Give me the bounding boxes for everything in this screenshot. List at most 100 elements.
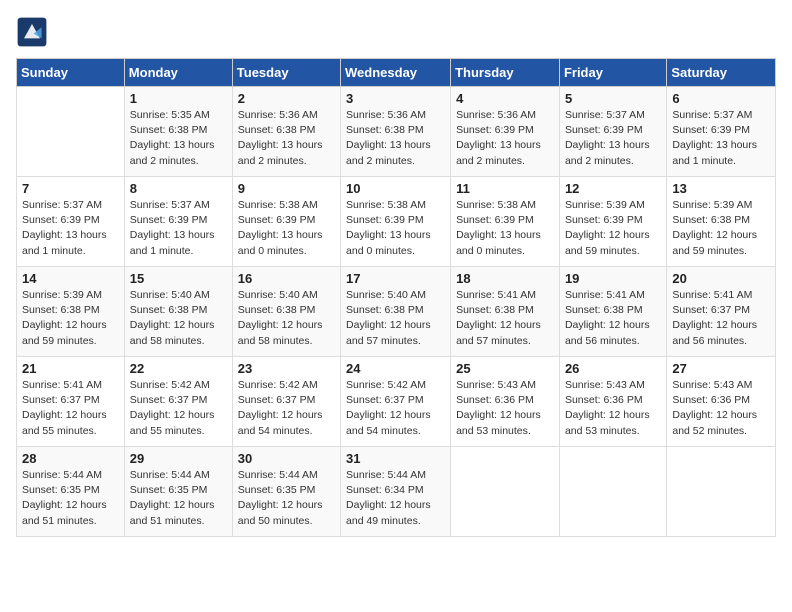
calendar-header: SundayMondayTuesdayWednesdayThursdayFrid… <box>17 59 776 87</box>
page-header <box>16 16 776 48</box>
day-info: Sunrise: 5:42 AM Sunset: 6:37 PM Dayligh… <box>238 378 335 439</box>
day-info: Sunrise: 5:41 AM Sunset: 6:37 PM Dayligh… <box>672 288 770 349</box>
day-cell <box>667 447 776 537</box>
day-info: Sunrise: 5:41 AM Sunset: 6:37 PM Dayligh… <box>22 378 119 439</box>
day-info: Sunrise: 5:42 AM Sunset: 6:37 PM Dayligh… <box>130 378 227 439</box>
week-row-5: 28 Sunrise: 5:44 AM Sunset: 6:35 PM Dayli… <box>17 447 776 537</box>
day-number: 27 <box>672 361 770 376</box>
day-info: Sunrise: 5:37 AM Sunset: 6:39 PM Dayligh… <box>672 108 770 169</box>
day-number: 15 <box>130 271 227 286</box>
day-cell: 1 Sunrise: 5:35 AM Sunset: 6:38 PM Daylig… <box>124 87 232 177</box>
day-number: 19 <box>565 271 661 286</box>
day-cell: 4 Sunrise: 5:36 AM Sunset: 6:39 PM Daylig… <box>451 87 560 177</box>
day-number: 2 <box>238 91 335 106</box>
day-info: Sunrise: 5:39 AM Sunset: 6:38 PM Dayligh… <box>672 198 770 259</box>
day-info: Sunrise: 5:44 AM Sunset: 6:35 PM Dayligh… <box>238 468 335 529</box>
day-info: Sunrise: 5:38 AM Sunset: 6:39 PM Dayligh… <box>456 198 554 259</box>
calendar-body: 1 Sunrise: 5:35 AM Sunset: 6:38 PM Daylig… <box>17 87 776 537</box>
day-number: 9 <box>238 181 335 196</box>
logo-icon <box>16 16 48 48</box>
day-info: Sunrise: 5:35 AM Sunset: 6:38 PM Dayligh… <box>130 108 227 169</box>
day-info: Sunrise: 5:37 AM Sunset: 6:39 PM Dayligh… <box>565 108 661 169</box>
day-info: Sunrise: 5:44 AM Sunset: 6:35 PM Dayligh… <box>130 468 227 529</box>
day-number: 4 <box>456 91 554 106</box>
day-info: Sunrise: 5:43 AM Sunset: 6:36 PM Dayligh… <box>565 378 661 439</box>
day-number: 1 <box>130 91 227 106</box>
day-cell: 31 Sunrise: 5:44 AM Sunset: 6:34 PM Dayli… <box>341 447 451 537</box>
day-info: Sunrise: 5:36 AM Sunset: 6:38 PM Dayligh… <box>346 108 445 169</box>
day-cell: 8Sunrise: 5:37 AM Sunset: 6:39 PM Daylig… <box>124 177 232 267</box>
day-cell: 6 Sunrise: 5:37 AM Sunset: 6:39 PM Daylig… <box>667 87 776 177</box>
day-info: Sunrise: 5:44 AM Sunset: 6:34 PM Dayligh… <box>346 468 445 529</box>
day-cell: 20 Sunrise: 5:41 AM Sunset: 6:37 PM Dayli… <box>667 267 776 357</box>
day-info: Sunrise: 5:40 AM Sunset: 6:38 PM Dayligh… <box>130 288 227 349</box>
day-cell: 7 Sunrise: 5:37 AM Sunset: 6:39 PM Daylig… <box>17 177 125 267</box>
day-number: 7 <box>22 181 119 196</box>
day-number: 18 <box>456 271 554 286</box>
day-info: Sunrise: 5:39 AM Sunset: 6:39 PM Dayligh… <box>565 198 661 259</box>
day-cell: 5 Sunrise: 5:37 AM Sunset: 6:39 PM Daylig… <box>559 87 666 177</box>
day-number: 26 <box>565 361 661 376</box>
day-number: 5 <box>565 91 661 106</box>
day-info: Sunrise: 5:44 AM Sunset: 6:35 PM Dayligh… <box>22 468 119 529</box>
day-cell: 13Sunrise: 5:39 AM Sunset: 6:38 PM Dayli… <box>667 177 776 267</box>
day-cell <box>17 87 125 177</box>
day-number: 29 <box>130 451 227 466</box>
day-cell: 21 Sunrise: 5:41 AM Sunset: 6:37 PM Dayli… <box>17 357 125 447</box>
day-cell: 22 Sunrise: 5:42 AM Sunset: 6:37 PM Dayli… <box>124 357 232 447</box>
week-row-1: 1 Sunrise: 5:35 AM Sunset: 6:38 PM Daylig… <box>17 87 776 177</box>
day-info: Sunrise: 5:36 AM Sunset: 6:38 PM Dayligh… <box>238 108 335 169</box>
day-cell: 23 Sunrise: 5:42 AM Sunset: 6:37 PM Dayli… <box>232 357 340 447</box>
day-number: 6 <box>672 91 770 106</box>
day-cell: 9 Sunrise: 5:38 AM Sunset: 6:39 PM Daylig… <box>232 177 340 267</box>
day-number: 20 <box>672 271 770 286</box>
day-cell: 11Sunrise: 5:38 AM Sunset: 6:39 PM Dayli… <box>451 177 560 267</box>
day-cell <box>559 447 666 537</box>
header-sunday: Sunday <box>17 59 125 87</box>
day-cell: 30Sunrise: 5:44 AM Sunset: 6:35 PM Dayli… <box>232 447 340 537</box>
day-cell: 19 Sunrise: 5:41 AM Sunset: 6:38 PM Dayli… <box>559 267 666 357</box>
week-row-3: 14Sunrise: 5:39 AM Sunset: 6:38 PM Dayli… <box>17 267 776 357</box>
day-info: Sunrise: 5:42 AM Sunset: 6:37 PM Dayligh… <box>346 378 445 439</box>
day-number: 14 <box>22 271 119 286</box>
header-friday: Friday <box>559 59 666 87</box>
day-info: Sunrise: 5:41 AM Sunset: 6:38 PM Dayligh… <box>565 288 661 349</box>
header-wednesday: Wednesday <box>341 59 451 87</box>
day-cell: 2 Sunrise: 5:36 AM Sunset: 6:38 PM Daylig… <box>232 87 340 177</box>
day-number: 21 <box>22 361 119 376</box>
day-cell: 14Sunrise: 5:39 AM Sunset: 6:38 PM Dayli… <box>17 267 125 357</box>
day-number: 12 <box>565 181 661 196</box>
day-cell: 16 Sunrise: 5:40 AM Sunset: 6:38 PM Dayli… <box>232 267 340 357</box>
day-info: Sunrise: 5:37 AM Sunset: 6:39 PM Dayligh… <box>130 198 227 259</box>
day-cell: 15 Sunrise: 5:40 AM Sunset: 6:38 PM Dayli… <box>124 267 232 357</box>
day-cell: 10Sunrise: 5:38 AM Sunset: 6:39 PM Dayli… <box>341 177 451 267</box>
day-number: 24 <box>346 361 445 376</box>
day-number: 22 <box>130 361 227 376</box>
day-number: 31 <box>346 451 445 466</box>
day-number: 23 <box>238 361 335 376</box>
day-info: Sunrise: 5:43 AM Sunset: 6:36 PM Dayligh… <box>672 378 770 439</box>
week-row-2: 7 Sunrise: 5:37 AM Sunset: 6:39 PM Daylig… <box>17 177 776 267</box>
header-row: SundayMondayTuesdayWednesdayThursdayFrid… <box>17 59 776 87</box>
day-info: Sunrise: 5:38 AM Sunset: 6:39 PM Dayligh… <box>238 198 335 259</box>
day-cell: 26 Sunrise: 5:43 AM Sunset: 6:36 PM Dayli… <box>559 357 666 447</box>
day-number: 28 <box>22 451 119 466</box>
day-info: Sunrise: 5:37 AM Sunset: 6:39 PM Dayligh… <box>22 198 119 259</box>
day-cell: 17Sunrise: 5:40 AM Sunset: 6:38 PM Dayli… <box>341 267 451 357</box>
day-info: Sunrise: 5:41 AM Sunset: 6:38 PM Dayligh… <box>456 288 554 349</box>
day-number: 16 <box>238 271 335 286</box>
header-tuesday: Tuesday <box>232 59 340 87</box>
calendar-table: SundayMondayTuesdayWednesdayThursdayFrid… <box>16 58 776 537</box>
day-info: Sunrise: 5:38 AM Sunset: 6:39 PM Dayligh… <box>346 198 445 259</box>
logo <box>16 16 52 48</box>
day-number: 17 <box>346 271 445 286</box>
week-row-4: 21 Sunrise: 5:41 AM Sunset: 6:37 PM Dayli… <box>17 357 776 447</box>
header-thursday: Thursday <box>451 59 560 87</box>
day-cell: 29 Sunrise: 5:44 AM Sunset: 6:35 PM Dayli… <box>124 447 232 537</box>
day-info: Sunrise: 5:36 AM Sunset: 6:39 PM Dayligh… <box>456 108 554 169</box>
day-cell: 27 Sunrise: 5:43 AM Sunset: 6:36 PM Dayli… <box>667 357 776 447</box>
day-cell: 18 Sunrise: 5:41 AM Sunset: 6:38 PM Dayli… <box>451 267 560 357</box>
day-info: Sunrise: 5:43 AM Sunset: 6:36 PM Dayligh… <box>456 378 554 439</box>
day-info: Sunrise: 5:40 AM Sunset: 6:38 PM Dayligh… <box>238 288 335 349</box>
header-saturday: Saturday <box>667 59 776 87</box>
